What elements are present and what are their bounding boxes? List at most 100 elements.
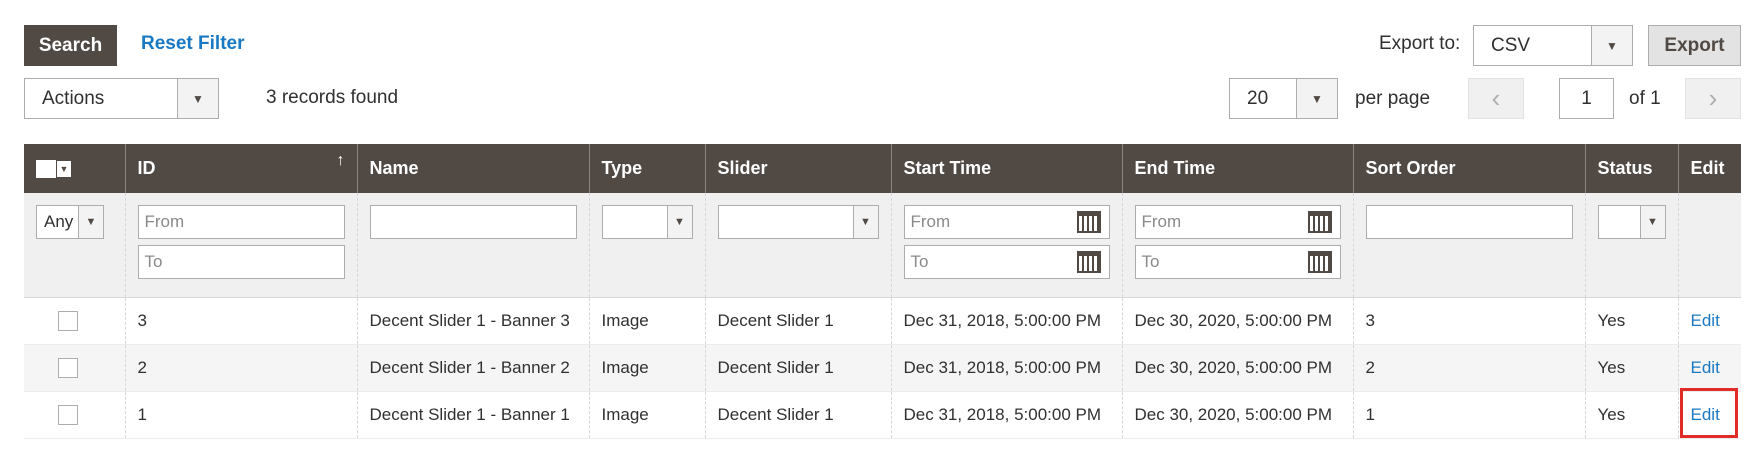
cell-start-time: Dec 31, 2018, 5:00:00 PM xyxy=(890,297,1122,345)
cell-name: Decent Slider 1 - Banner 3 xyxy=(356,297,589,345)
column-slider[interactable]: Slider xyxy=(704,144,891,193)
start-from-input[interactable]: From xyxy=(903,205,1110,239)
column-start-time[interactable]: Start Time xyxy=(890,144,1122,193)
cell-status: Yes xyxy=(1584,297,1678,345)
per-page-label: per page xyxy=(1355,88,1431,109)
cell-name: Decent Slider 1 - Banner 2 xyxy=(356,344,589,392)
chevron-down-icon[interactable]: ▼ xyxy=(57,160,71,177)
sort-ascending-icon: ↑ xyxy=(336,152,345,169)
filter-sort-cell xyxy=(1352,193,1585,298)
chevron-down-icon: ▼ xyxy=(666,206,692,238)
calendar-icon[interactable] xyxy=(1076,211,1101,233)
cell-type: Image xyxy=(588,344,705,392)
cell-end-time: Dec 30, 2020, 5:00:00 PM xyxy=(1121,344,1353,392)
chevron-right-icon: › xyxy=(1708,83,1718,113)
name-filter-input[interactable] xyxy=(369,205,577,239)
status-filter-select[interactable]: ▼ xyxy=(1597,205,1666,239)
column-end-time[interactable]: End Time xyxy=(1121,144,1353,193)
edit-link[interactable]: Edit xyxy=(1691,405,1720,424)
per-page-value: 20 xyxy=(1247,87,1269,109)
type-filter-select[interactable]: ▼ xyxy=(601,205,693,239)
filter-start-cell: From To xyxy=(890,193,1122,298)
column-name[interactable]: Name xyxy=(356,144,589,193)
chevron-down-icon: ▼ xyxy=(1639,206,1665,238)
cell-sort-order: 1 xyxy=(1352,391,1585,439)
current-page-input[interactable]: 1 xyxy=(1559,78,1614,119)
cell-sort-order: 3 xyxy=(1352,297,1585,345)
row-checkbox[interactable] xyxy=(58,358,78,378)
column-sort-order[interactable]: Sort Order xyxy=(1352,144,1585,193)
chevron-down-icon: ▼ xyxy=(852,206,878,238)
cell-slider: Decent Slider 1 xyxy=(704,344,891,392)
sort-order-filter-input[interactable] xyxy=(1365,205,1573,239)
cell-name: Decent Slider 1 - Banner 1 xyxy=(356,391,589,439)
column-status[interactable]: Status xyxy=(1584,144,1678,193)
cell-type: Image xyxy=(588,297,705,345)
end-from-input[interactable]: From xyxy=(1134,205,1341,239)
edit-link[interactable]: Edit xyxy=(1691,311,1720,330)
column-edit: Edit xyxy=(1677,144,1741,193)
calendar-icon[interactable] xyxy=(1076,251,1101,273)
chevron-down-icon: ▼ xyxy=(78,206,103,238)
mass-filter-select[interactable]: Any ▼ xyxy=(36,205,104,239)
cell-status: Yes xyxy=(1584,391,1678,439)
filter-edit-cell xyxy=(1677,193,1741,298)
per-page-select[interactable]: 20 ▼ xyxy=(1229,78,1338,119)
column-type[interactable]: Type xyxy=(588,144,705,193)
actions-select[interactable]: Actions ▼ xyxy=(24,78,219,119)
filter-row: Any ▼ From To ▼ ▼ From To From To ▼ xyxy=(24,193,1741,298)
chevron-down-icon: ▼ xyxy=(177,79,218,118)
chevron-left-icon: ‹ xyxy=(1491,83,1501,113)
cell-start-time: Dec 31, 2018, 5:00:00 PM xyxy=(890,344,1122,392)
chevron-down-icon: ▼ xyxy=(1296,79,1337,118)
reset-filter-link[interactable]: Reset Filter xyxy=(141,33,244,55)
mass-select-checkbox[interactable] xyxy=(36,159,56,178)
header-row: ▼ ID ↑ Name Type Slider Start Time End Ti… xyxy=(24,144,1741,193)
export-format-value: CSV xyxy=(1491,34,1531,56)
column-id-label: ID xyxy=(137,158,156,178)
cell-sort-order: 2 xyxy=(1352,344,1585,392)
mass-filter-value: Any xyxy=(44,212,74,231)
row-checkbox[interactable] xyxy=(58,311,78,331)
next-page-button[interactable]: › xyxy=(1685,78,1741,119)
filter-id-cell: From To xyxy=(124,193,357,298)
table-row: 2 Decent Slider 1 - Banner 2 Image Decen… xyxy=(24,344,1741,392)
cell-start-time: Dec 31, 2018, 5:00:00 PM xyxy=(890,391,1122,439)
mass-select-header[interactable]: ▼ xyxy=(24,144,125,193)
id-from-input[interactable]: From xyxy=(137,205,345,239)
records-found-label: 3 records found xyxy=(266,87,399,108)
calendar-icon[interactable] xyxy=(1307,211,1332,233)
export-format-select[interactable]: CSV ▼ xyxy=(1473,25,1633,66)
filter-slider-cell: ▼ xyxy=(704,193,891,298)
id-to-input[interactable]: To xyxy=(137,245,345,279)
filter-name-cell xyxy=(356,193,589,298)
filter-type-cell: ▼ xyxy=(588,193,705,298)
cell-id: 3 xyxy=(124,297,357,345)
edit-link[interactable]: Edit xyxy=(1691,358,1720,377)
cell-status: Yes xyxy=(1584,344,1678,392)
table-row: 3 Decent Slider 1 - Banner 3 Image Decen… xyxy=(24,297,1741,345)
previous-page-button[interactable]: ‹ xyxy=(1468,78,1524,119)
row-checkbox[interactable] xyxy=(58,405,78,425)
search-button[interactable]: Search xyxy=(24,25,117,66)
export-to-label: Export to: xyxy=(1379,33,1461,54)
mass-select-control[interactable]: ▼ xyxy=(36,159,113,178)
total-pages-label: of 1 xyxy=(1629,88,1661,109)
cell-slider: Decent Slider 1 xyxy=(704,391,891,439)
column-id[interactable]: ID ↑ xyxy=(124,144,357,193)
filter-mass-cell: Any ▼ xyxy=(24,193,125,298)
cell-end-time: Dec 30, 2020, 5:00:00 PM xyxy=(1121,391,1353,439)
calendar-icon[interactable] xyxy=(1307,251,1332,273)
chevron-down-icon: ▼ xyxy=(1591,26,1632,65)
end-to-input[interactable]: To xyxy=(1134,245,1341,279)
export-button[interactable]: Export xyxy=(1648,25,1741,66)
cell-type: Image xyxy=(588,391,705,439)
cell-end-time: Dec 30, 2020, 5:00:00 PM xyxy=(1121,297,1353,345)
filter-end-cell: From To xyxy=(1121,193,1353,298)
table-row: 1 Decent Slider 1 - Banner 1 Image Decen… xyxy=(24,391,1741,439)
cell-id: 2 xyxy=(124,344,357,392)
cell-id: 1 xyxy=(124,391,357,439)
filter-status-cell: ▼ xyxy=(1584,193,1678,298)
slider-filter-select[interactable]: ▼ xyxy=(717,205,879,239)
start-to-input[interactable]: To xyxy=(903,245,1110,279)
